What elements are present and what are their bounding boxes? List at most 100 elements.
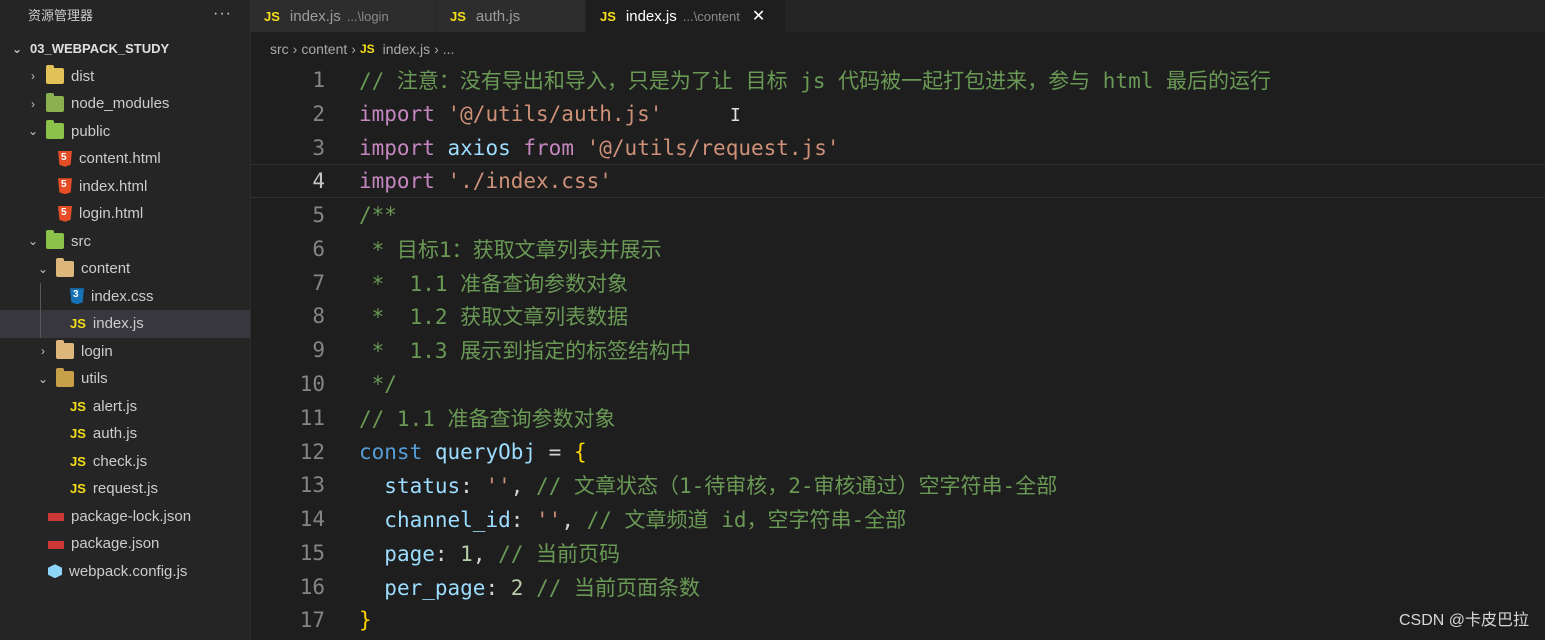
- tree-item-index-js[interactable]: JS index.js: [0, 310, 250, 338]
- comment: // 当前页面条数: [536, 576, 700, 600]
- code-line: 1 // 注意：没有导出和导入，只是为了让 目标 js 代码被一起打包进来，参与…: [250, 63, 1545, 97]
- string: '': [536, 508, 562, 532]
- tree-root-folder[interactable]: ⌄ 03_WEBPACK_STUDY: [0, 35, 250, 63]
- line-number: 9: [312, 338, 325, 362]
- js-file-icon: JS: [70, 316, 86, 332]
- comment: // 1.1 准备查询参数对象: [359, 407, 616, 431]
- js-file-icon: JS: [70, 453, 86, 469]
- npm-icon: [48, 540, 64, 549]
- code-line: 3 import axios from '@/utils/request.js': [250, 131, 1545, 165]
- line-number: 16: [299, 575, 325, 599]
- tree-item-request-js[interactable]: JS request.js: [0, 475, 250, 503]
- tab-content-index-js[interactable]: JS index.js ...\content ✕: [586, 0, 786, 32]
- node-folder-icon: [46, 92, 64, 112]
- tree-item-src[interactable]: ⌄ src: [0, 228, 250, 256]
- chevron-right-icon: ›: [41, 344, 45, 359]
- breadcrumb-file[interactable]: index.js: [383, 41, 430, 57]
- chevron-right-icon: ›: [31, 69, 35, 84]
- folder-open-icon: [56, 257, 74, 277]
- line-number: 12: [299, 440, 325, 464]
- comment: */: [359, 372, 397, 396]
- line-number: 17: [299, 608, 325, 632]
- html-file-icon: [58, 178, 72, 195]
- more-actions-icon[interactable]: ···: [213, 5, 232, 23]
- comment: // 文章状态（1-待审核，2-审核通过）空字符串-全部: [536, 474, 1058, 498]
- line-number: 15: [299, 541, 325, 565]
- comment: /**: [359, 203, 397, 227]
- line-number: 5: [312, 203, 325, 227]
- comment: // 当前页码: [498, 542, 621, 566]
- code-line: 16 per_page: 2 // 当前页面条数: [250, 570, 1545, 604]
- line-number: 1: [312, 68, 325, 92]
- number: 1: [460, 542, 473, 566]
- tree-item-check-js[interactable]: JS check.js: [0, 448, 250, 476]
- comment: // 文章频道 id，空字符串-全部: [586, 508, 907, 532]
- tree-item-login-html[interactable]: login.html: [0, 200, 250, 228]
- js-file-icon: JS: [70, 481, 86, 497]
- code-line: 7 * 1.1 准备查询参数对象: [250, 266, 1545, 300]
- tree-item-index-html[interactable]: index.html: [0, 173, 250, 201]
- line-number: 6: [312, 237, 325, 261]
- code-line: 9 * 1.3 展示到指定的标签结构中: [250, 333, 1545, 367]
- code-line: 10 */: [250, 367, 1545, 401]
- comment: * 目标1：获取文章列表并展示: [359, 238, 662, 262]
- tree-item-content-folder[interactable]: ⌄ content: [0, 255, 250, 283]
- code-line: 5 /**: [250, 198, 1545, 232]
- code-line: 2 import '@/utils/auth.js': [250, 97, 1545, 131]
- tree-item-public[interactable]: ⌄ public: [0, 118, 250, 146]
- watermark: CSDN @卡皮巴拉: [1398, 612, 1529, 629]
- string: '@/utils/auth.js': [447, 102, 663, 126]
- comment: // 注意：没有导出和导入，只是为了让 目标 js 代码被一起打包进来，参与 h…: [359, 69, 1271, 93]
- keyword: from: [523, 136, 574, 160]
- tree-item-content-html[interactable]: content.html: [0, 145, 250, 173]
- identifier: queryObj: [434, 440, 537, 464]
- js-file-icon: JS: [264, 8, 280, 24]
- tree-item-utils-folder[interactable]: ⌄ utils: [0, 365, 250, 393]
- indent-guide: [40, 310, 41, 338]
- tree-item-webpack-config[interactable]: webpack.config.js: [0, 558, 250, 586]
- chevron-down-icon: ⌄: [11, 41, 23, 56]
- code-editor[interactable]: 1 // 注意：没有导出和导入，只是为了让 目标 js 代码被一起打包进来，参与…: [250, 63, 1545, 640]
- breadcrumb-src[interactable]: src: [270, 41, 289, 57]
- tree-item-auth-js[interactable]: JS auth.js: [0, 420, 250, 448]
- line-number: 3: [312, 136, 325, 160]
- explorer-header: 资源管理器 ···: [0, 0, 250, 28]
- src-folder-icon: [46, 230, 64, 250]
- code-line-current: 4 import './index.css': [250, 164, 1545, 198]
- js-file-icon: JS: [70, 398, 86, 414]
- code-line: 11 // 1.1 准备查询参数对象: [250, 401, 1545, 435]
- string: '': [485, 474, 511, 498]
- code-line: 13 status: '', // 文章状态（1-待审核，2-审核通过）空字符串…: [250, 468, 1545, 502]
- chevron-right-icon: ›: [351, 41, 356, 57]
- npm-icon: [48, 513, 64, 522]
- breadcrumb-content[interactable]: content: [301, 41, 347, 57]
- code-line: 6 * 目标1：获取文章列表并展示: [250, 232, 1545, 266]
- tree-item-package-json[interactable]: package.json: [0, 530, 250, 558]
- explorer-sidebar: 资源管理器 ··· ⌄ 03_WEBPACK_STUDY › dist › no…: [0, 0, 251, 640]
- breadcrumb-tail[interactable]: ...: [443, 41, 455, 57]
- tab-auth-js[interactable]: JS auth.js: [436, 0, 586, 32]
- line-number: 8: [312, 304, 325, 328]
- tab-login-index-js[interactable]: JS index.js ...\login: [250, 0, 436, 32]
- folder-icon: [56, 340, 74, 360]
- tree-item-alert-js[interactable]: JS alert.js: [0, 393, 250, 421]
- explorer-title: 资源管理器: [28, 7, 94, 23]
- code-line: 15 page: 1, // 当前页码: [250, 536, 1545, 570]
- code-line: 14 channel_id: '', // 文章频道 id，空字符串-全部: [250, 502, 1545, 536]
- js-file-icon: JS: [600, 8, 616, 24]
- chevron-down-icon: ⌄: [27, 234, 39, 249]
- code-line: 8 * 1.2 获取文章列表数据: [250, 299, 1545, 333]
- number: 2: [510, 576, 524, 600]
- public-folder-icon: [46, 120, 64, 140]
- chevron-down-icon: ⌄: [27, 124, 39, 139]
- text-cursor-icon: I: [730, 105, 741, 126]
- tree-item-package-lock-json[interactable]: package-lock.json: [0, 503, 250, 531]
- tree-item-node-modules[interactable]: › node_modules: [0, 90, 250, 118]
- code-line: 17 }: [250, 603, 1545, 637]
- keyword: import: [359, 136, 435, 160]
- tree-item-dist[interactable]: › dist: [0, 63, 250, 91]
- tree-item-index-css[interactable]: index.css: [0, 282, 250, 310]
- comment: * 1.1 准备查询参数对象: [359, 272, 629, 296]
- tree-item-login-folder[interactable]: › login: [0, 338, 250, 366]
- close-icon[interactable]: ✕: [752, 6, 765, 26]
